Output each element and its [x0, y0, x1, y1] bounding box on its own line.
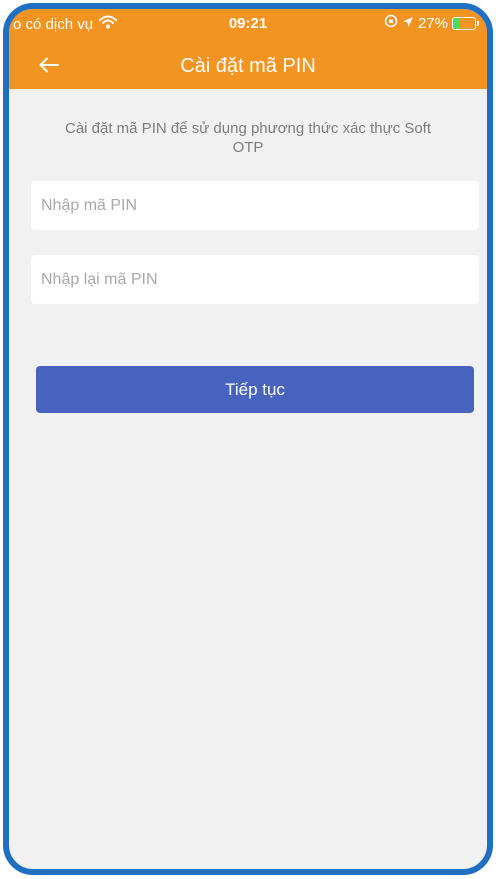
main-content: Cài đặt mã PIN để sử dụng phương thức xá… — [9, 89, 487, 413]
pin-confirm-input[interactable] — [31, 255, 479, 304]
status-bar: o có dịch vụ 09:21 27% — [9, 9, 487, 39]
battery-level-fill — [453, 17, 459, 29]
continue-button[interactable]: Tiếp tục — [36, 366, 474, 413]
status-right-group: 27% — [384, 14, 479, 32]
app-header: o có dịch vụ 09:21 27% Cài đặt mã PIN — [9, 9, 487, 89]
nav-bar: Cài đặt mã PIN — [9, 45, 487, 89]
orientation-lock-icon — [384, 14, 398, 32]
battery-percent: 27% — [417, 14, 448, 32]
instruction-text: Cài đặt mã PIN để sử dụng phương thức xá… — [64, 120, 431, 156]
page-title: Cài đặt mã PIN — [180, 55, 316, 77]
phone-frame: o có dịch vụ 09:21 27% Cài đặt mã PIN Cà… — [3, 3, 493, 875]
pin-input[interactable] — [31, 181, 479, 230]
battery-icon — [452, 16, 479, 30]
location-icon — [402, 15, 414, 32]
